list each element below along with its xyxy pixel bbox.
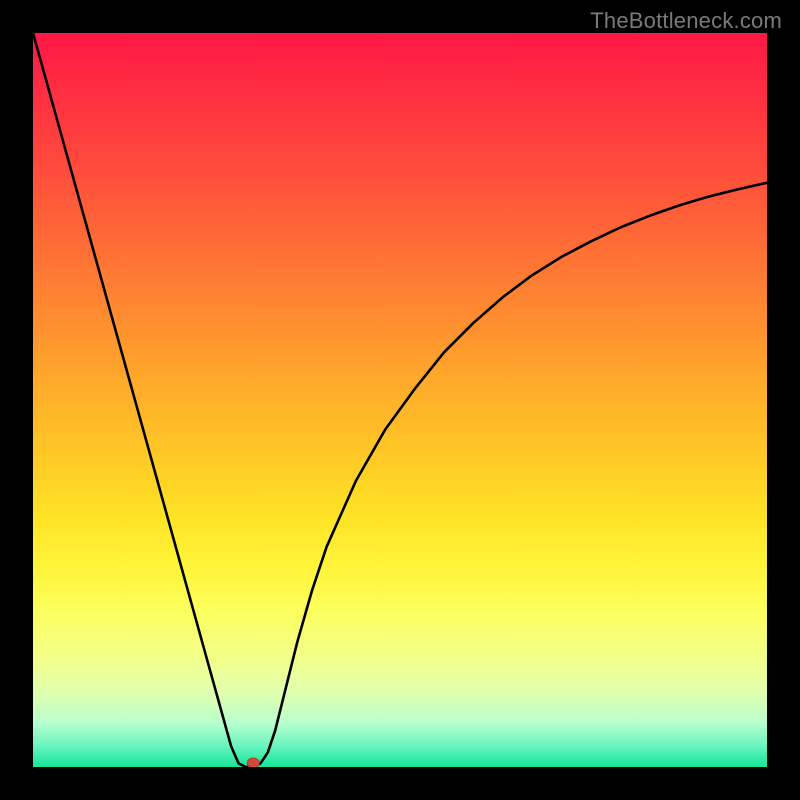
plot-area xyxy=(33,33,767,767)
chart-frame: TheBottleneck.com xyxy=(0,0,800,800)
watermark-text: TheBottleneck.com xyxy=(590,8,782,34)
chart-svg xyxy=(33,33,767,767)
bottleneck-curve xyxy=(33,33,767,767)
min-marker xyxy=(247,758,259,767)
